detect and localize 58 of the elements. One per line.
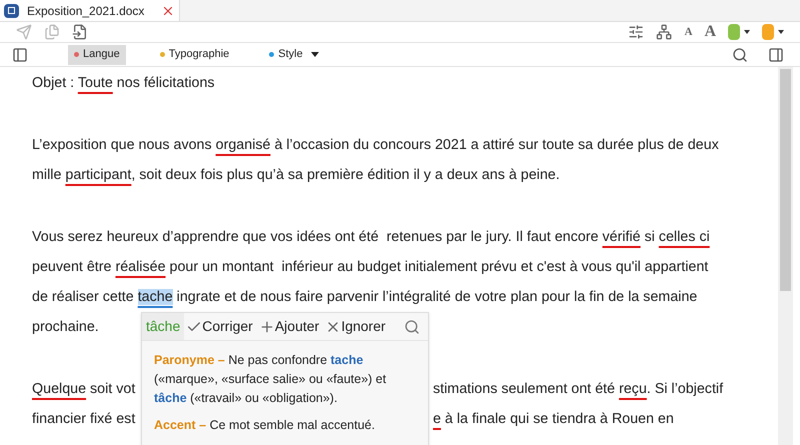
- import-document-icon[interactable]: [72, 24, 88, 40]
- text-run: mille: [32, 167, 62, 184]
- text-run: prochaine.: [32, 319, 99, 336]
- flagged-word[interactable]: Quelque: [32, 381, 86, 398]
- text-run: L’exposition que nous avons: [32, 137, 213, 154]
- popup-action-button[interactable]: Corriger: [184, 316, 255, 337]
- flagged-word[interactable]: vérifié: [602, 229, 641, 246]
- suggestion-text: Accent – Ce mot semble mal accentué.: [154, 417, 376, 434]
- text-run: à l’occasion du concours 2021 a attiré sur toute sa durée plus de deux: [273, 137, 719, 154]
- suggestion-text: Paronyme – Ne pas confondre tache («marque», «surface salie» ou «faute») et tâche («travail» ou «obligation»).: [154, 352, 388, 407]
- text-run: à la finale qui se tiendra à Rouen en: [444, 411, 674, 428]
- settings-sliders-icon[interactable]: [628, 24, 644, 40]
- text-run: pour un montant inférieur au budget initialement prévu et c'est à vous qu'il appartient: [168, 259, 708, 276]
- tab-title: Exposition_2021.docx: [27, 2, 144, 20]
- panel-icon[interactable]: [768, 46, 784, 62]
- flagged-word[interactable]: reçu: [618, 381, 647, 398]
- caret-icon[interactable]: [744, 30, 750, 34]
- smaller-font-button[interactable]: A: [684, 24, 692, 40]
- search-icon[interactable]: [404, 318, 420, 334]
- text-run: ingrate et de nous faire parvenir l’intégralité de votre plan pour la fin de la semaine: [176, 289, 698, 306]
- selected-word[interactable]: tache: [138, 289, 173, 306]
- color-book-icon[interactable]: [762, 24, 774, 40]
- plus-icon: [258, 318, 275, 334]
- text-run: peuvent être: [32, 259, 112, 276]
- larger-font-button[interactable]: A: [704, 20, 716, 44]
- text-run: , soit deux fois plus qu’à sa première édition il y a deux ans à peine.: [131, 167, 560, 184]
- flagged-word[interactable]: e: [433, 411, 441, 428]
- tree-icon[interactable]: [656, 24, 672, 40]
- text-run: soit vot: [89, 381, 136, 398]
- document-tab[interactable]: Exposition_2021.docx: [0, 0, 180, 21]
- text-run: . Si l’objectif: [646, 381, 724, 398]
- filter-tab[interactable]: Typographie: [154, 44, 236, 64]
- sidebar-icon[interactable]: [12, 46, 28, 62]
- filter-tab[interactable]: Langue: [68, 44, 126, 64]
- flagged-word[interactable]: participant: [65, 167, 132, 184]
- filter-tab[interactable]: Style: [263, 44, 325, 64]
- caret-icon: [310, 52, 319, 57]
- flagged-word[interactable]: celles ci: [658, 229, 710, 246]
- popup-action-button[interactable]: Ignorer: [323, 316, 388, 337]
- flagged-word[interactable]: organisé: [216, 137, 270, 154]
- popup-action-button[interactable]: Ajouter: [256, 316, 322, 337]
- scrollbar[interactable]: [778, 67, 793, 445]
- flagged-word[interactable]: Toute: [78, 75, 113, 92]
- text-run: Vous serez heureux d’apprendre que vos idées ont été retenues par le jury. Il faut encore: [32, 229, 600, 246]
- text-run: financier fixé est: [32, 411, 136, 428]
- filter-label: Langue: [83, 47, 120, 62]
- word-file-icon: [4, 4, 19, 18]
- text-run: stimations seulement ont été: [433, 381, 616, 398]
- text-run: nos félicitations: [116, 75, 215, 92]
- search-icon[interactable]: [732, 46, 748, 62]
- caret-icon[interactable]: [778, 30, 784, 34]
- filter-label: Typographie: [168, 47, 230, 62]
- flagged-word[interactable]: réalisée: [115, 259, 166, 276]
- text-run: de réaliser cette: [32, 289, 135, 306]
- text-run: Objet :: [32, 75, 76, 92]
- color-book-icon[interactable]: [728, 24, 740, 40]
- filter-label: Style: [278, 47, 303, 62]
- text-run: si: [643, 229, 656, 246]
